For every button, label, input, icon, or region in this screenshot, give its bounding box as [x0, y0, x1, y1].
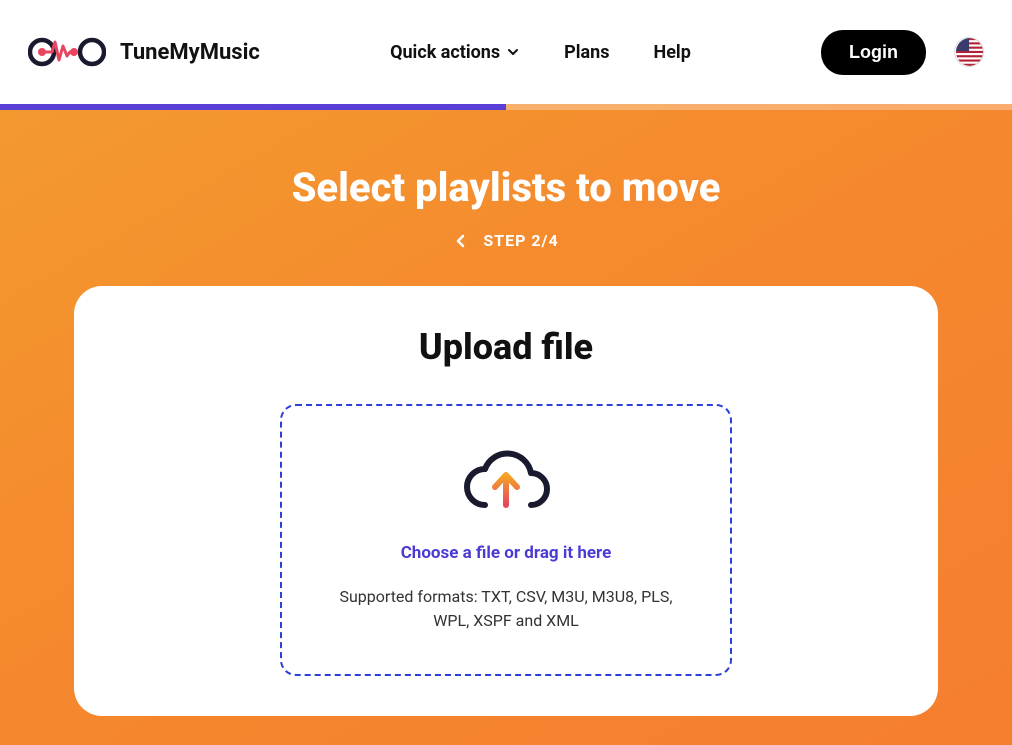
chevron-down-icon [506, 45, 520, 59]
nav-help[interactable]: Help [654, 42, 691, 63]
back-button[interactable] [453, 233, 469, 249]
step-label: STEP 2/4 [483, 231, 558, 250]
cloud-upload-icon [457, 447, 555, 521]
header: TuneMyMusic Quick actions Plans Help Log… [0, 0, 1012, 104]
nav: Quick actions Plans Help [390, 42, 691, 63]
supported-formats-text: Supported formats: TXT, CSV, M3U, M3U8, … [332, 585, 680, 633]
chevron-left-icon [453, 233, 469, 249]
file-dropzone[interactable]: Choose a file or drag it here Supported … [280, 404, 732, 676]
nav-quick-actions-label: Quick actions [390, 42, 500, 63]
upload-card-title: Upload file [126, 326, 886, 368]
main-area: Select playlists to move STEP 2/4 Upload… [0, 104, 1012, 745]
login-button[interactable]: Login [821, 30, 926, 75]
nav-help-label: Help [654, 42, 691, 63]
nav-plans[interactable]: Plans [564, 42, 609, 63]
logo-icon [28, 28, 106, 76]
progress-bar [0, 104, 1012, 110]
nav-plans-label: Plans [564, 42, 609, 63]
header-right: Login [821, 30, 984, 75]
upload-card: Upload file Choose a file or drag it her… [74, 286, 938, 716]
logo-area[interactable]: TuneMyMusic [28, 28, 260, 76]
page-title: Select playlists to move [0, 164, 1012, 211]
language-flag-icon[interactable] [954, 37, 984, 67]
nav-quick-actions[interactable]: Quick actions [390, 42, 520, 63]
brand-name: TuneMyMusic [120, 40, 260, 65]
step-row: STEP 2/4 [0, 231, 1012, 250]
progress-fill [0, 104, 506, 110]
choose-file-text: Choose a file or drag it here [401, 543, 612, 563]
